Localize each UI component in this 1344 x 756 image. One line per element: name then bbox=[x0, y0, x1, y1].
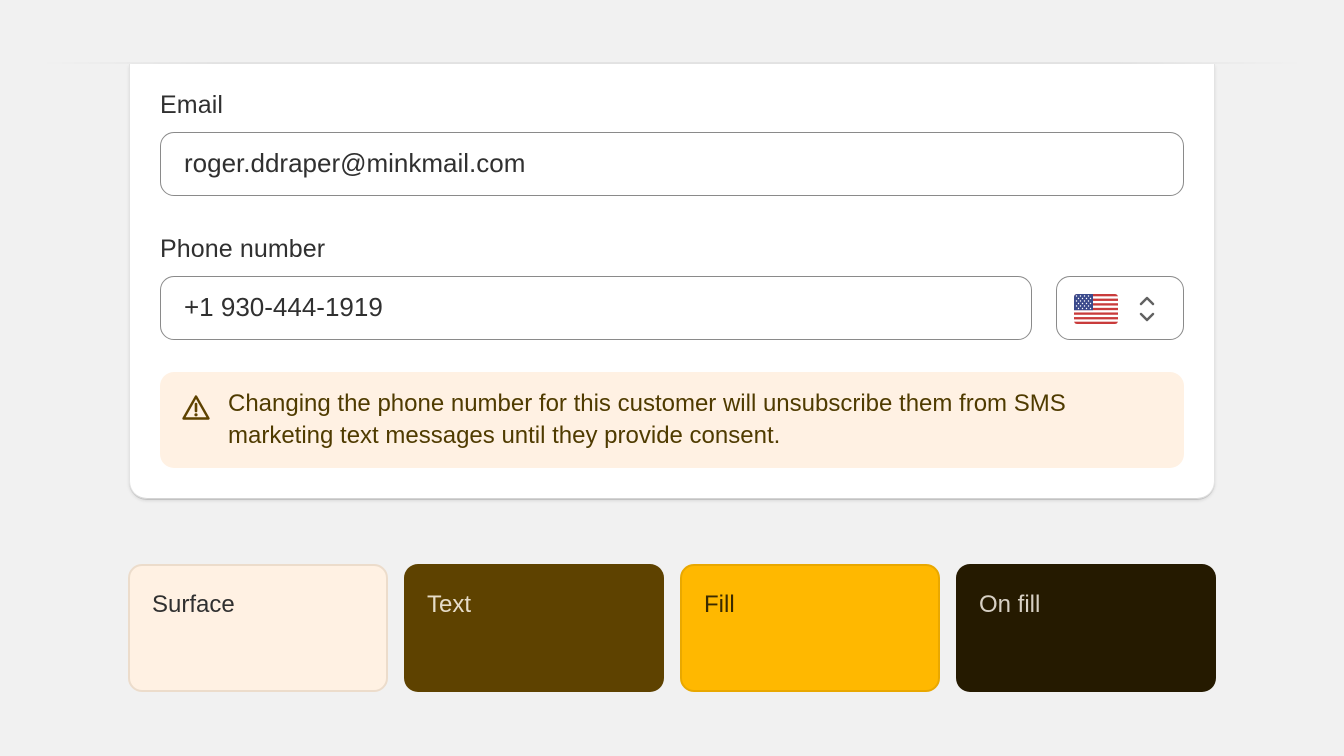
us-flag-icon bbox=[1074, 294, 1118, 324]
page: Email roger.ddraper@minkmail.com Phone n… bbox=[0, 0, 1344, 756]
email-label: Email bbox=[160, 91, 224, 119]
swatch-label: Surface bbox=[152, 591, 235, 618]
phone-number-label: Phone number bbox=[160, 235, 326, 263]
customer-contact-card: Email roger.ddraper@minkmail.com Phone n… bbox=[129, 64, 1215, 499]
color-swatch-fill: Fill bbox=[680, 564, 940, 692]
email-field[interactable]: roger.ddraper@minkmail.com bbox=[160, 132, 1184, 196]
color-swatch-text: Text bbox=[404, 564, 664, 692]
swatch-label: On fill bbox=[979, 591, 1041, 618]
sms-consent-warning-banner: Changing the phone number for this custo… bbox=[160, 372, 1184, 468]
swatch-label: Text bbox=[427, 591, 472, 618]
select-chevrons-icon bbox=[1139, 296, 1155, 322]
country-code-select[interactable] bbox=[1056, 276, 1184, 340]
swatch-label: Fill bbox=[704, 591, 735, 618]
warning-icon bbox=[182, 395, 210, 420]
color-swatch-on-fill: On fill bbox=[956, 564, 1216, 692]
warning-message: Changing the phone number for this custo… bbox=[228, 390, 1066, 449]
color-swatch-surface: Surface bbox=[128, 564, 388, 692]
phone-number-field[interactable]: +1 930-444-1919 bbox=[160, 276, 1032, 340]
